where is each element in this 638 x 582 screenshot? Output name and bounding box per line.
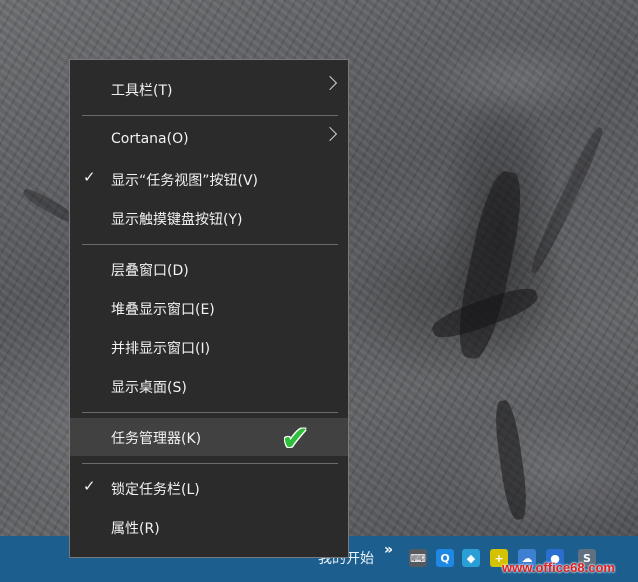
menu-item-label: Cortana(O) xyxy=(111,131,189,147)
menu-item-lock-taskbar[interactable]: ✓ 锁定任务栏(L) xyxy=(70,469,348,507)
watermark: www.office68.com xyxy=(502,560,615,575)
menu-item-label: 工具栏(T) xyxy=(111,83,173,99)
checkmark-icon: ✓ xyxy=(83,477,96,495)
menu-separator xyxy=(82,244,338,245)
green-check-annotation-icon: ✔ xyxy=(281,419,310,459)
menu-item-toolbars[interactable]: 工具栏(T) xyxy=(70,70,348,108)
menu-separator xyxy=(82,115,338,116)
menu-item-label: 层叠窗口(D) xyxy=(111,263,189,279)
menu-item-cascade-windows[interactable]: 层叠窗口(D) xyxy=(70,250,348,288)
menu-item-show-touch-keyboard-button[interactable]: 显示触摸键盘按钮(Y) xyxy=(70,199,348,237)
checkmark-icon: ✓ xyxy=(83,168,96,186)
menu-item-label: 属性(R) xyxy=(111,521,160,537)
rock-crack xyxy=(491,399,531,521)
chevron-right-icon xyxy=(322,126,338,142)
menu-item-show-desktop[interactable]: 显示桌面(S) xyxy=(70,367,348,405)
menu-item-side-by-side-windows[interactable]: 并排显示窗口(I) xyxy=(70,328,348,366)
menu-item-label: 显示桌面(S) xyxy=(111,380,187,396)
menu-separator xyxy=(82,463,338,464)
menu-item-label: 显示“任务视图”按钮(V) xyxy=(111,173,259,189)
menu-item-show-task-view-button[interactable]: ✓ 显示“任务视图”按钮(V) xyxy=(70,160,348,198)
rock-crack xyxy=(526,124,608,276)
chevron-right-icon xyxy=(322,75,338,91)
keyboard-icon[interactable]: ⌨ xyxy=(409,549,427,567)
search-app-icon[interactable]: Q xyxy=(436,549,454,567)
menu-item-label: 堆叠显示窗口(E) xyxy=(111,302,215,318)
menu-item-properties[interactable]: 属性(R) xyxy=(70,508,348,546)
taskbar-context-menu: 工具栏(T) Cortana(O) ✓ 显示“任务视图”按钮(V) 显示触摸键盘按钮(Y… xyxy=(69,59,349,558)
menu-item-cortana[interactable]: Cortana(O) xyxy=(70,121,348,159)
overflow-chevron-icon[interactable]: » xyxy=(384,542,393,558)
menu-item-label: 任务管理器(K) xyxy=(111,431,202,447)
menu-item-stack-windows[interactable]: 堆叠显示窗口(E) xyxy=(70,289,348,327)
menu-item-label: 锁定任务栏(L) xyxy=(111,482,200,498)
menu-item-label: 显示触摸键盘按钮(Y) xyxy=(111,212,243,228)
menu-item-label: 并排显示窗口(I) xyxy=(111,341,211,357)
network-icon[interactable]: ◆ xyxy=(462,549,480,567)
menu-separator xyxy=(82,412,338,413)
